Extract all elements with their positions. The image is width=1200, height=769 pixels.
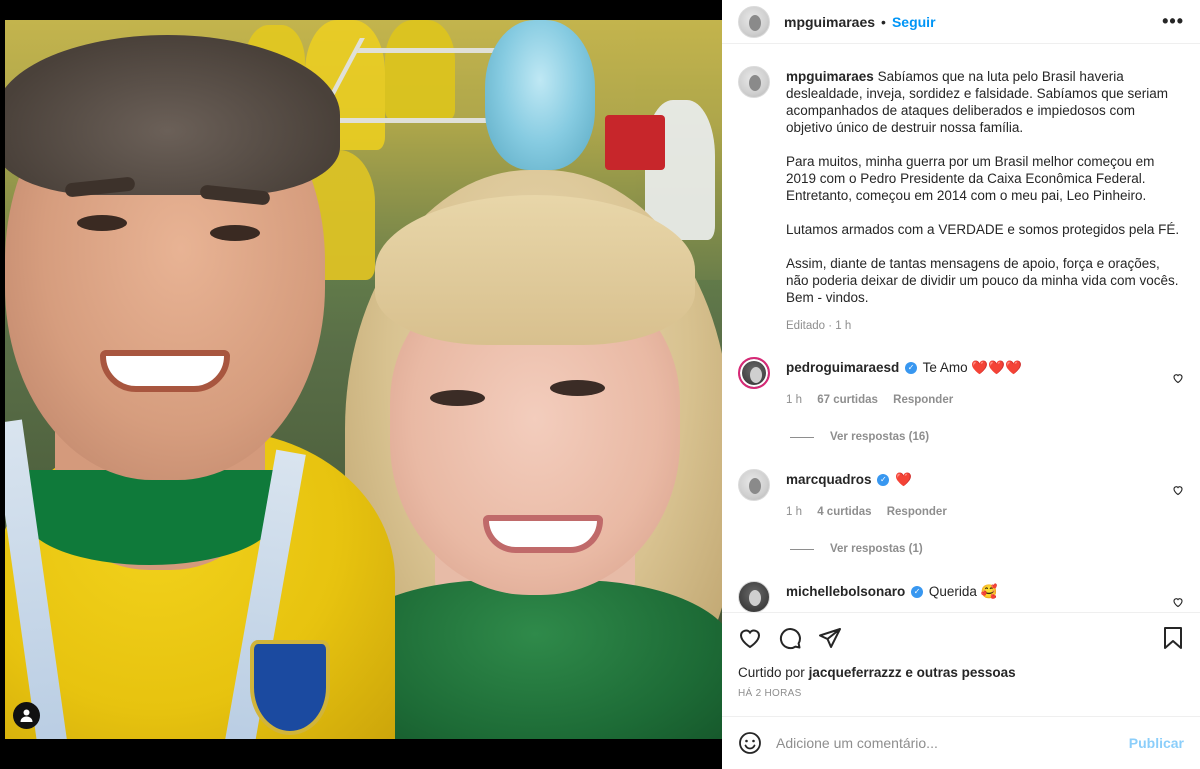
man-eye bbox=[210, 225, 260, 241]
commenter-avatar[interactable] bbox=[738, 469, 770, 501]
red-sign bbox=[605, 115, 665, 170]
comment-text: Querida 🥰 bbox=[928, 584, 998, 599]
comment-likes[interactable]: 67 curtidas bbox=[817, 394, 878, 406]
heart-icon[interactable] bbox=[738, 626, 762, 650]
comment-username[interactable]: pedroguimaraesd bbox=[786, 360, 899, 375]
comment-input[interactable] bbox=[776, 735, 1129, 751]
reply-button[interactable]: Responder bbox=[887, 506, 947, 518]
bookmark-icon[interactable] bbox=[1162, 626, 1184, 650]
man-smile bbox=[100, 350, 230, 392]
comment-like-heart-icon[interactable] bbox=[1172, 371, 1184, 387]
follow-button[interactable]: Seguir bbox=[892, 14, 936, 30]
more-options-icon[interactable]: ••• bbox=[1162, 11, 1184, 32]
author-username[interactable]: mpguimaraes bbox=[784, 14, 875, 30]
comment-username[interactable]: michellebolsonaro bbox=[786, 584, 905, 599]
user-tag-icon[interactable] bbox=[13, 702, 40, 729]
comment-like-heart-icon[interactable] bbox=[1172, 483, 1184, 499]
man-hair bbox=[5, 35, 340, 195]
smiley-icon[interactable] bbox=[738, 731, 762, 755]
mascot-figure bbox=[485, 20, 595, 170]
paper-plane-icon[interactable] bbox=[818, 626, 842, 650]
caption: mpguimaraes Sabíamos que na luta pelo Br… bbox=[738, 54, 1184, 335]
caption-paragraph: Para muitos, minha guerra por um Brasil … bbox=[786, 154, 1155, 203]
caption-username[interactable]: mpguimaraes bbox=[786, 69, 874, 84]
view-replies-label[interactable]: Ver respostas (16) bbox=[830, 431, 929, 443]
reply-button[interactable]: Responder bbox=[893, 394, 953, 406]
post-header: mpguimaraes • Seguir ••• bbox=[722, 0, 1200, 44]
liked-by-suffix[interactable]: e outras pessoas bbox=[905, 665, 1015, 680]
comment-item: pedroguimaraesd ✓ Te Amo ❤️❤️❤️ 1 h 67 c… bbox=[738, 345, 1184, 409]
comment-meta: 1 h 67 curtidas Responder bbox=[786, 392, 1184, 409]
liked-by-text: Curtido por jacqueferrazzz e outras pess… bbox=[738, 665, 1184, 680]
action-bar bbox=[738, 613, 1184, 663]
comment-text: ❤️ bbox=[895, 472, 912, 487]
verified-badge-icon: ✓ bbox=[911, 586, 924, 599]
post-details-panel: mpguimaraes • Seguir ••• mpguimaraes Sab… bbox=[722, 0, 1200, 769]
comments-scroll-area[interactable]: mpguimaraes Sabíamos que na luta pelo Br… bbox=[722, 54, 1200, 612]
view-replies-button[interactable]: Ver respostas (16) bbox=[790, 431, 1184, 443]
comment-time[interactable]: 1 h bbox=[786, 506, 802, 518]
add-comment-bar: Publicar bbox=[722, 716, 1200, 769]
comment-text: Te Amo ❤️❤️❤️ bbox=[922, 360, 1022, 375]
publish-button[interactable]: Publicar bbox=[1129, 735, 1184, 751]
post-actions: Curtido por jacqueferrazzz e outras pess… bbox=[722, 612, 1200, 699]
liked-by-user-link[interactable]: jacqueferrazzz bbox=[809, 665, 902, 680]
woman-smile bbox=[483, 515, 603, 553]
author-avatar[interactable] bbox=[738, 5, 770, 38]
comment-item: michellebolsonaro ✓ Querida 🥰 bbox=[738, 569, 1184, 612]
view-replies-button[interactable]: Ver respostas (1) bbox=[790, 543, 1184, 555]
view-replies-label[interactable]: Ver respostas (1) bbox=[830, 543, 923, 555]
comment-item: marcquadros ✓ ❤️ 1 h 4 curtidas Responde… bbox=[738, 457, 1184, 521]
comment-time[interactable]: 1 h bbox=[786, 394, 802, 406]
woman-bangs bbox=[375, 195, 695, 345]
commenter-avatar[interactable] bbox=[738, 357, 770, 389]
comment-meta: 1 h 4 curtidas Responder bbox=[786, 504, 1184, 521]
woman-eye bbox=[430, 390, 485, 406]
caption-paragraph: Assim, diante de tantas mensagens de apo… bbox=[786, 256, 1179, 305]
man-eye bbox=[77, 215, 127, 231]
header-separator: • bbox=[881, 13, 886, 30]
caption-meta: Editado · 1 h bbox=[786, 318, 1184, 335]
verified-badge-icon: ✓ bbox=[905, 362, 918, 375]
verified-badge-icon: ✓ bbox=[877, 474, 890, 487]
replies-line bbox=[790, 548, 814, 550]
author-avatar[interactable] bbox=[738, 66, 770, 98]
edited-label: Editado · 1 h bbox=[786, 320, 852, 332]
jersey-collar bbox=[25, 470, 275, 565]
comment-body: marcquadros ✓ ❤️ 1 h 4 curtidas Responde… bbox=[786, 457, 1184, 521]
woman-eye bbox=[550, 380, 605, 396]
replies-line bbox=[790, 436, 814, 438]
post-photo-panel[interactable] bbox=[0, 0, 722, 769]
commenter-avatar[interactable] bbox=[738, 581, 770, 612]
liked-by-prefix: Curtido por bbox=[738, 665, 805, 680]
caption-body: mpguimaraes Sabíamos que na luta pelo Br… bbox=[786, 54, 1184, 335]
comment-body: michellebolsonaro ✓ Querida 🥰 bbox=[786, 569, 1184, 600]
comment-body: pedroguimaraesd ✓ Te Amo ❤️❤️❤️ 1 h 67 c… bbox=[786, 345, 1184, 409]
comment-icon[interactable] bbox=[778, 626, 802, 650]
comment-likes[interactable]: 4 curtidas bbox=[817, 506, 871, 518]
caption-paragraph: Lutamos armados com a VERDADE e somos pr… bbox=[786, 222, 1180, 237]
post-photo[interactable] bbox=[5, 20, 722, 739]
jersey-crest bbox=[250, 640, 330, 735]
post-timestamp[interactable]: HÁ 2 HORAS bbox=[738, 688, 1184, 699]
comment-username[interactable]: marcquadros bbox=[786, 472, 872, 487]
comment-like-heart-icon[interactable] bbox=[1172, 595, 1184, 611]
